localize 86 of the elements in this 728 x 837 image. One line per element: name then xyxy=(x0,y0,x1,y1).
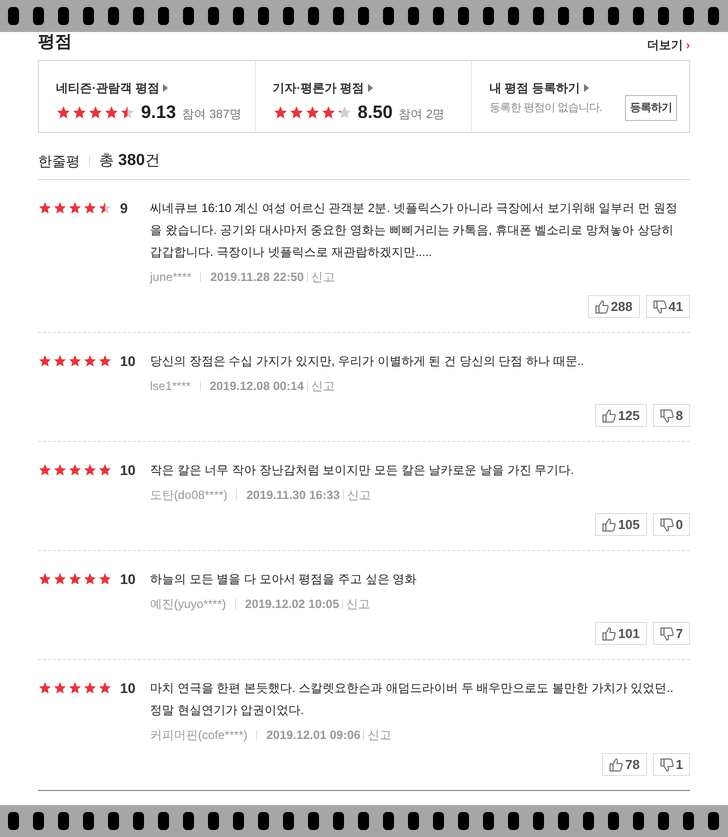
dislike-button[interactable]: 7 xyxy=(652,622,690,645)
star-icon xyxy=(104,105,119,120)
review-score: 10 xyxy=(120,460,136,480)
thumbs-up-icon xyxy=(609,758,624,772)
star-icon xyxy=(120,105,135,120)
review-text: 작은 칼은 너무 작아 장난감처럼 보이지만 모든 칼은 날카로운 날을 가진 무기다. xyxy=(150,462,576,479)
star-icon xyxy=(56,105,71,120)
star-icon xyxy=(68,201,82,215)
review-text: 씨네큐브 16:10 계신 여성 어르신 관객분 2분. 넷플릭스가 아니라 극장에서 보기위해 일부러 먼 원정을 왔습니다. 공기와 대사마저 중요한 영화는 삐삐거리는 카톡음, 휴대폰 벨소리로 망쳐놓아 상당히 갑갑합니다. 극장이나 넷플릭스로 재관람하겠지만..... xyxy=(150,200,678,261)
review-score: 10 xyxy=(120,678,136,698)
summary-label[interactable]: 기자·평론가 평점 xyxy=(272,79,364,97)
star-icon xyxy=(38,572,52,586)
thumbs-up-icon xyxy=(602,626,616,640)
like-button[interactable]: 125 xyxy=(595,404,647,427)
like-button[interactable]: 288 xyxy=(588,295,640,318)
review-score: 10 xyxy=(120,352,136,370)
score: 9.13 xyxy=(141,101,176,124)
thumbs-down-icon xyxy=(660,408,674,422)
more-link[interactable]: 더보기 › xyxy=(647,36,690,54)
score: 8.50 xyxy=(358,101,393,124)
star-icon xyxy=(98,572,112,586)
thumbs-up-icon xyxy=(594,300,609,314)
star-icon xyxy=(83,463,97,477)
caret-icon xyxy=(368,84,373,92)
review-date: 2019.11.30 16:33 xyxy=(246,487,340,504)
star-icon xyxy=(304,105,320,120)
review-text: 하늘의 모든 별을 다 모아서 평점을 주고 싶은 영화 xyxy=(150,571,418,588)
thumbs-down-icon xyxy=(660,626,674,640)
star-icon xyxy=(53,572,67,586)
caret-icon xyxy=(163,84,168,92)
star-icon xyxy=(288,105,304,120)
star-icon xyxy=(88,105,103,120)
star-icon xyxy=(83,681,97,695)
star-icon xyxy=(83,201,97,215)
star-icon xyxy=(72,105,87,120)
thumbs-down-icon xyxy=(660,518,674,532)
star-icon xyxy=(83,572,97,586)
participant-count: 참여 2명 xyxy=(398,106,445,122)
star-icon xyxy=(98,463,112,477)
star-icon xyxy=(98,681,112,695)
star-icon xyxy=(38,681,52,695)
star-icon xyxy=(53,201,67,215)
thumbs-down-icon xyxy=(652,300,667,314)
star-icon xyxy=(53,681,67,695)
star-icon xyxy=(38,463,52,477)
like-button[interactable]: 101 xyxy=(595,622,647,645)
thumbs-up-icon xyxy=(602,518,616,532)
dislike-button[interactable]: 8 xyxy=(652,404,690,427)
dislike-button[interactable]: 41 xyxy=(646,295,690,318)
star-icon xyxy=(68,463,82,477)
like-button[interactable]: 105 xyxy=(595,513,647,536)
dislike-button[interactable]: 1 xyxy=(652,753,690,776)
section-title: 평점 xyxy=(38,30,72,52)
thumbs-down-icon xyxy=(660,758,674,772)
review-date: 2019.12.01 09:06 xyxy=(266,727,360,744)
star-icon xyxy=(68,354,82,368)
review-date: 2019.12.08 00:14 xyxy=(210,378,304,395)
star-icon xyxy=(272,105,288,120)
review-text: 마치 연극을 한편 본듯했다. 스칼렛요한슨과 애덤드라이버 두 배우만으로도 볼만한 가치가 있었던.. 정말 현실연기가 압권이었다. xyxy=(150,680,674,719)
review-score: 10 xyxy=(120,570,136,588)
review-text: 당신의 장점은 수십 가지가 있지만, 우리가 이별하게 된 건 당신의 단점 하나 때문.. xyxy=(150,353,586,370)
review-date: 2019.11.28 22:50 xyxy=(210,269,304,286)
star-icon xyxy=(68,681,82,695)
star-icon xyxy=(53,463,67,477)
star-icon xyxy=(83,354,97,368)
star-icon xyxy=(98,201,112,215)
reviews-title: 한줄평 xyxy=(38,152,80,170)
star-icon xyxy=(68,572,82,586)
empty-message: 등록한 평점이 없습니다. xyxy=(489,100,602,116)
summary-label[interactable]: 네티즌·관람객 평점 xyxy=(56,79,160,97)
star-icon xyxy=(38,354,52,368)
review-score: 9 xyxy=(120,198,128,218)
review-date: 2019.12.02 10:05 xyxy=(245,596,340,613)
like-button[interactable]: 78 xyxy=(602,753,647,776)
dislike-button[interactable]: 0 xyxy=(652,513,690,536)
summary-label[interactable]: 내 평점 등록하기 xyxy=(489,79,580,97)
star-icon xyxy=(336,105,352,120)
review-total: 총 380건 xyxy=(99,151,160,171)
star-icon xyxy=(320,105,336,120)
thumbs-up-icon xyxy=(602,408,616,422)
star-icon xyxy=(38,201,52,215)
participant-count: 참여 387명 xyxy=(182,106,242,122)
star-icon xyxy=(53,354,67,368)
star-icon xyxy=(98,354,112,368)
caret-icon xyxy=(584,84,589,92)
register-button[interactable]: 등록하기 xyxy=(625,95,677,121)
